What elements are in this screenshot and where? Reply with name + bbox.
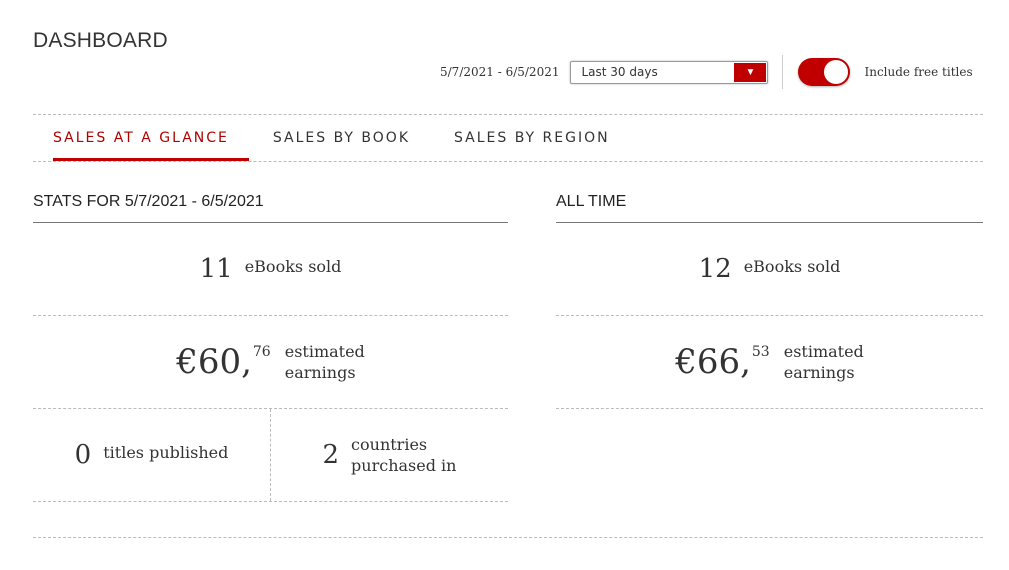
period-select[interactable]: Last 30 days ▼ (570, 60, 769, 84)
titles-published-cell: 0 titles published (33, 409, 270, 501)
period-earnings: €60, 76 estimated earnings (33, 316, 508, 409)
earnings-label-line2: earnings (783, 363, 855, 382)
include-free-titles-label: Include free titles (864, 65, 973, 79)
earnings-label: estimated earnings (784, 341, 864, 383)
period-stats-panel: STATS FOR 5/7/2021 - 6/5/2021 11 eBooks … (33, 180, 508, 502)
caret-down-icon[interactable]: ▼ (734, 62, 767, 82)
countries-value: 2 (322, 440, 340, 470)
toggle-knob (824, 60, 849, 84)
earnings-label-line2: earnings (284, 363, 356, 382)
divider (33, 161, 983, 162)
ebooks-sold-value: 11 (199, 254, 233, 284)
divider (33, 537, 983, 538)
all-time-title: ALL TIME (556, 180, 983, 223)
period-ebooks-sold: 11 eBooks sold (33, 223, 508, 316)
all-time-panel: ALL TIME 12 eBooks sold €66, 53 estimate… (556, 180, 983, 409)
earnings-label: estimated earnings (285, 341, 365, 383)
period-select-value: Last 30 days (581, 65, 658, 79)
countries-label-line2: purchased in (351, 456, 457, 475)
countries-label: countries purchased in (351, 434, 456, 476)
earnings-cents: 53 (751, 344, 770, 360)
earnings-label-line1: estimated (284, 342, 365, 361)
tab-bar: SALES AT A GLANCE SALES BY BOOK SALES BY… (33, 115, 634, 161)
period-stats-title: STATS FOR 5/7/2021 - 6/5/2021 (33, 180, 508, 223)
tab-sales-at-a-glance[interactable]: SALES AT A GLANCE (33, 115, 249, 161)
all-time-ebooks-sold: 12 eBooks sold (556, 223, 983, 316)
ebooks-sold-value: 12 (698, 254, 732, 284)
tab-sales-by-region[interactable]: SALES BY REGION (434, 115, 630, 161)
earnings-value: €66, (675, 342, 751, 382)
titles-published-value: 0 (74, 440, 92, 470)
earnings-cents: 76 (252, 344, 271, 360)
earnings-value: €60, (176, 342, 252, 382)
all-time-earnings: €66, 53 estimated earnings (556, 316, 983, 409)
countries-cell: 2 countries purchased in (270, 409, 508, 501)
earnings-label-line1: estimated (783, 342, 864, 361)
countries-label-line1: countries (351, 435, 428, 454)
date-range-text: 5/7/2021 - 6/5/2021 (440, 65, 560, 79)
period-split-row: 0 titles published 2 countries purchased… (33, 409, 508, 502)
tab-sales-by-book[interactable]: SALES BY BOOK (253, 115, 430, 161)
header-controls: 5/7/2021 - 6/5/2021 Last 30 days ▼ Inclu… (440, 55, 973, 89)
ebooks-sold-label: eBooks sold (244, 256, 342, 276)
page-title: DASHBOARD (33, 29, 168, 52)
controls-divider (782, 55, 784, 89)
titles-published-label: titles published (103, 442, 229, 462)
ebooks-sold-label: eBooks sold (743, 256, 841, 276)
include-free-titles-toggle[interactable] (798, 58, 851, 86)
